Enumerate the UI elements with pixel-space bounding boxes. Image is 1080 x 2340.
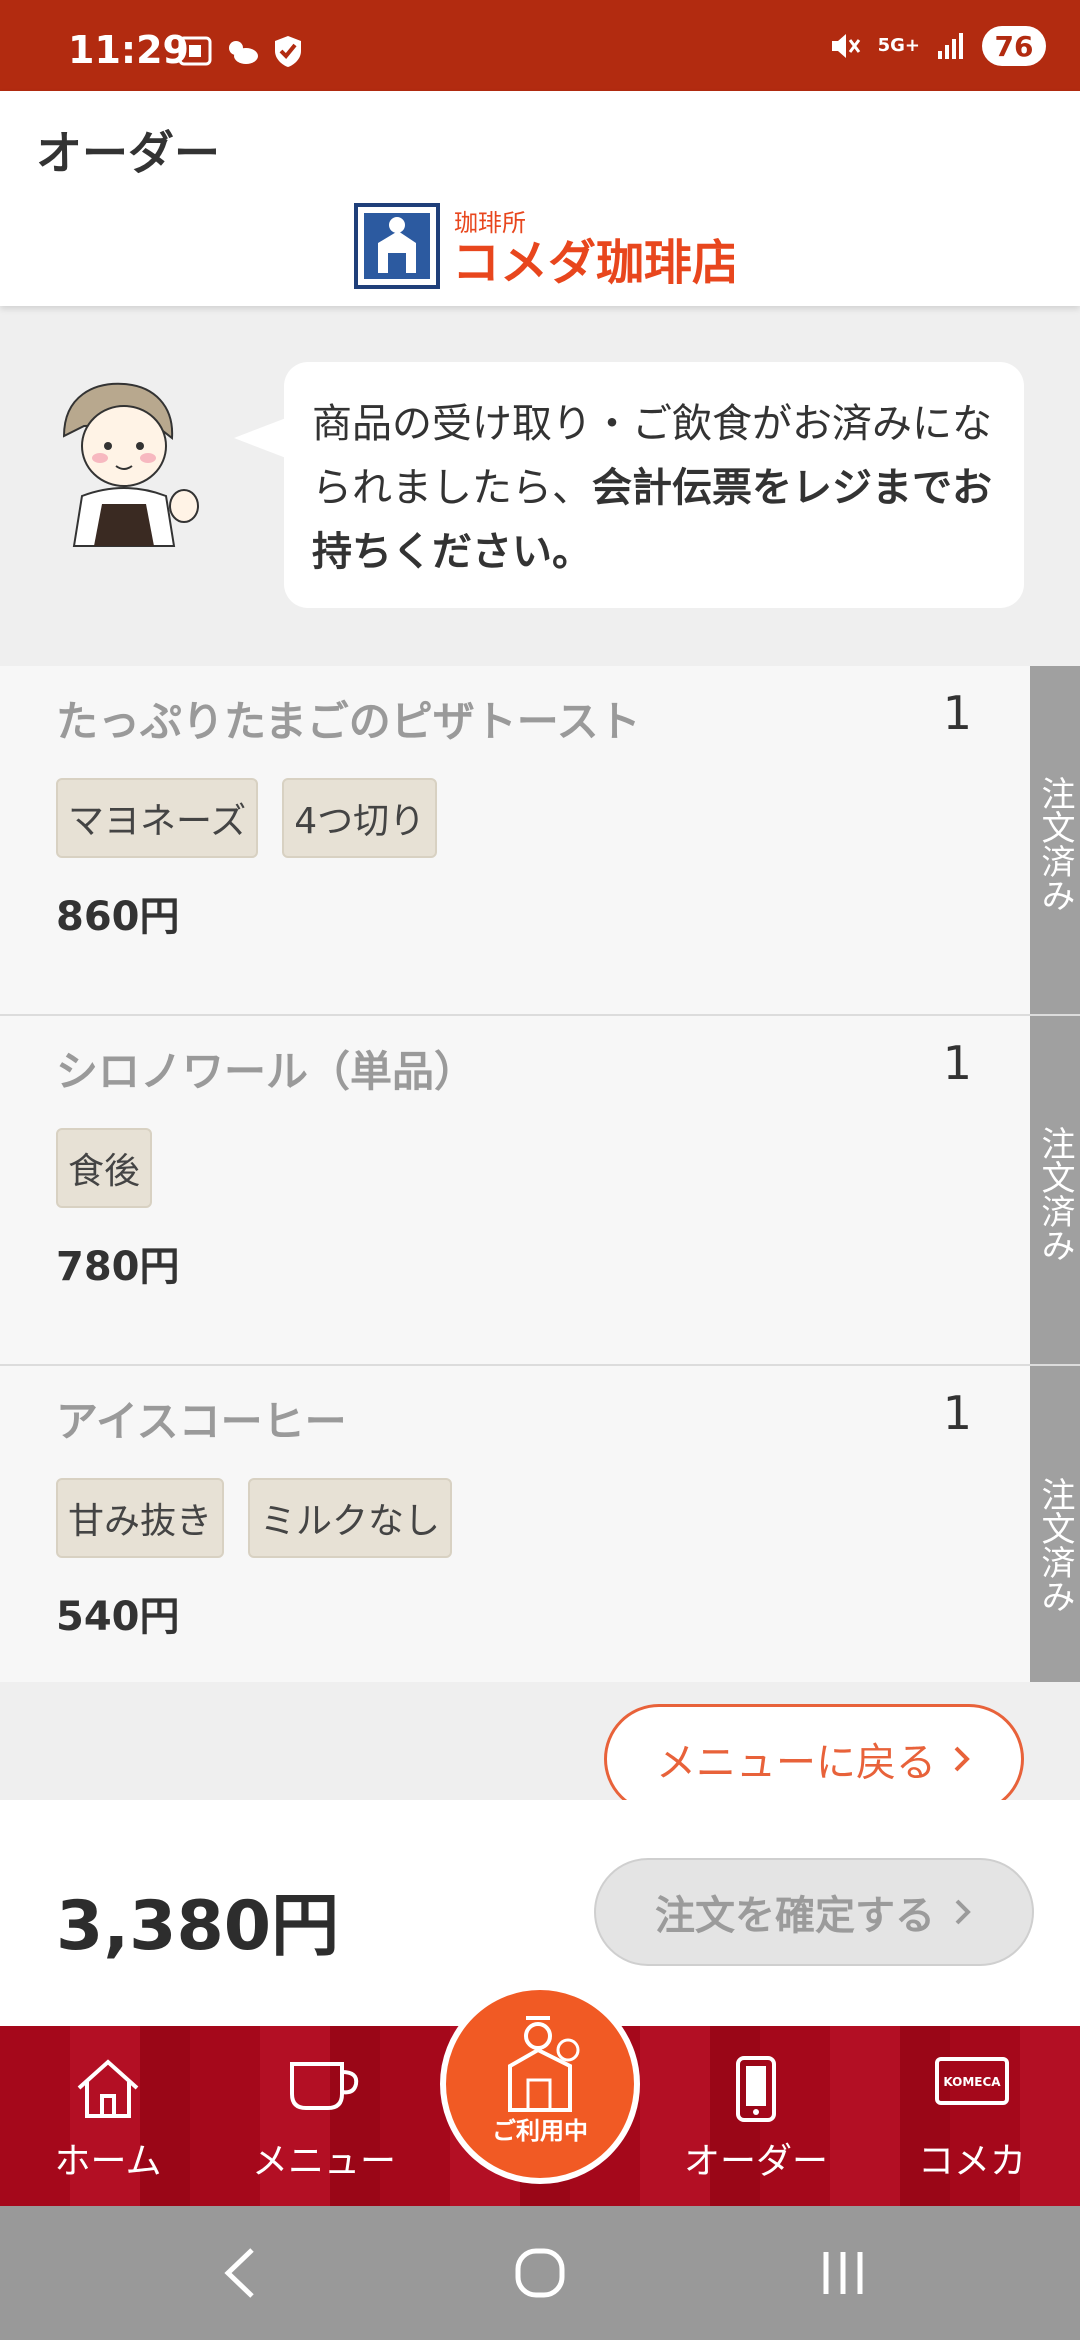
status-icons-right: 5G+ 76 <box>828 26 1046 66</box>
nav-home-label: ホーム <box>54 2141 162 2182</box>
status-icons-left <box>178 34 304 68</box>
home-icon <box>77 2059 139 2118</box>
signal-icon <box>938 33 963 59</box>
app-header: オーダー 珈琲所 コメダ珈琲店 <box>0 91 1080 306</box>
coffee-cup-icon <box>290 2062 359 2110</box>
battery-indicator: 76 <box>982 26 1046 66</box>
status-label: 注文済み <box>1035 1477 1075 1613</box>
nav-order-label: オーダー <box>683 2141 828 2182</box>
option-tag: 4つ切り <box>282 778 438 858</box>
shield-icon <box>275 36 301 67</box>
order-item: アイスコーヒー 1 甘み抜き ミルクなし 540円 注文済み <box>0 1366 1080 1716</box>
order-item: たっぷりたまごのピザトースト 1 マヨネーズ 4つ切り 860円 注文済み <box>0 666 1080 1016</box>
mute-icon <box>831 34 860 58</box>
option-tag: ミルクなし <box>248 1478 453 1558</box>
status-tab: 注文済み <box>1030 1016 1080 1364</box>
item-price: 860円 <box>56 894 180 940</box>
page-title: オーダー <box>36 126 220 180</box>
chevron-right-icon <box>955 1899 971 1925</box>
status-tab: 注文済み <box>1030 1366 1080 1716</box>
back-area: メニューに戻る <box>0 1682 1080 1814</box>
nav-menu-label: メニュー <box>251 2141 396 2182</box>
smartphone-icon <box>736 2056 776 2122</box>
logo-small-text: 珈琲所 <box>454 209 526 237</box>
back-icon[interactable] <box>220 2246 260 2300</box>
confirm-order-button[interactable]: 注文を確定する <box>594 1858 1034 1966</box>
option-tag: 食後 <box>56 1128 153 1208</box>
komeca-card-icon: KOMECA <box>935 2057 1009 2105</box>
komeca-card-text: KOMECA <box>943 2075 1001 2089</box>
item-price: 780円 <box>56 1244 180 1290</box>
nav-komeca[interactable]: KOMECA コメカ <box>872 2026 1072 2206</box>
option-tag: 甘み抜き <box>56 1478 225 1558</box>
nav-menu[interactable]: メニュー <box>224 2026 424 2206</box>
item-name: たっぷりたまごのピザトースト <box>56 697 641 746</box>
recent-apps-icon[interactable] <box>820 2246 866 2300</box>
nav-order[interactable]: オーダー <box>656 2026 856 2206</box>
waitress-mascot-icon <box>54 376 214 556</box>
komeda-mascot-icon <box>508 2016 580 2112</box>
item-price: 540円 <box>56 1594 180 1640</box>
komeda-logo: 珈琲所 コメダ珈琲店 <box>354 203 740 291</box>
network-label: 5G+ <box>877 35 920 56</box>
status-label: 注文済み <box>1035 776 1075 912</box>
status-label: 注文済み <box>1035 1126 1075 1262</box>
chevron-right-icon <box>954 1746 970 1772</box>
system-nav-bar <box>0 2206 1080 2340</box>
item-options: 食後 <box>56 1128 153 1208</box>
item-quantity: 1 <box>942 1036 972 1090</box>
notice-bubble: 商品の受け取り・ご飲食がお済みになられましたら、会計伝票をレジまでお持ちください… <box>234 362 1024 608</box>
item-quantity: 1 <box>942 1386 972 1440</box>
status-tab: 注文済み <box>1030 666 1080 1014</box>
item-name: アイスコーヒー <box>56 1397 347 1446</box>
item-quantity: 1 <box>942 686 972 740</box>
item-name: シロノワール（単品） <box>56 1047 477 1096</box>
option-tag: マヨネーズ <box>56 778 259 858</box>
item-options: 甘み抜き ミルクなし <box>56 1478 453 1558</box>
back-to-menu-button[interactable]: メニューに戻る <box>604 1704 1024 1814</box>
status-time: 11:29 <box>68 28 189 72</box>
total-price: 3,380円 <box>56 1887 340 1966</box>
back-to-menu-label: メニューに戻る <box>656 1740 936 1786</box>
notice-section: 商品の受け取り・ご飲食がお済みになられましたら、会計伝票をレジまでお持ちください… <box>0 306 1080 666</box>
nav-home[interactable]: ホーム <box>8 2026 208 2206</box>
in-use-button[interactable]: ご利用中 <box>440 1984 640 2184</box>
item-options: マヨネーズ 4つ切り <box>56 778 438 858</box>
weather-icon <box>229 41 258 64</box>
logo-main-text: コメダ珈琲店 <box>452 235 734 289</box>
order-list: たっぷりたまごのピザトースト 1 マヨネーズ 4つ切り 860円 注文済み シロ… <box>0 666 1080 1716</box>
nav-komeca-label: コメカ <box>917 2141 1026 2182</box>
confirm-order-label: 注文を確定する <box>655 1893 935 1939</box>
home-circle-icon[interactable] <box>514 2246 566 2300</box>
order-item: シロノワール（単品） 1 食後 780円 注文済み <box>0 1016 1080 1366</box>
screenshot-icon <box>178 36 212 66</box>
status-bar: 11:29 5G+ 76 <box>0 0 1080 91</box>
